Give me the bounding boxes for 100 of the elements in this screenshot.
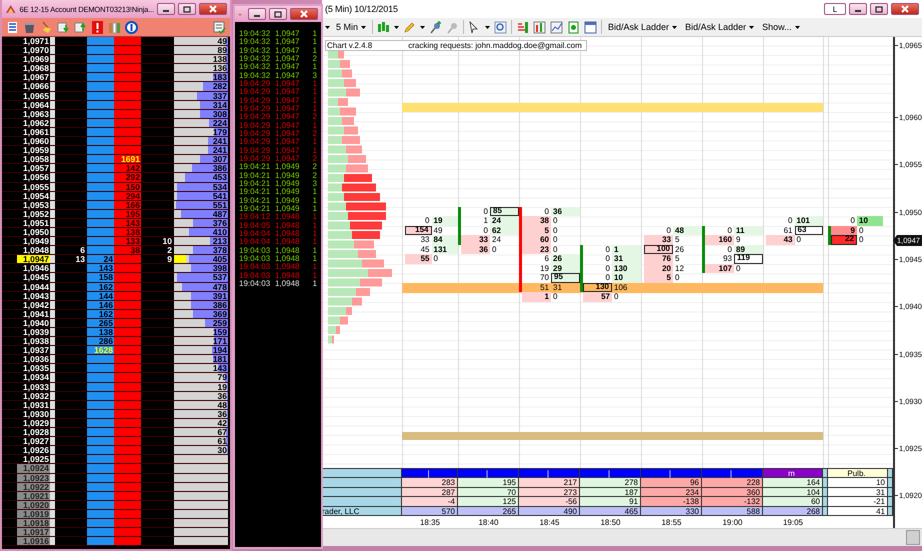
maximize-button[interactable] <box>178 3 196 15</box>
ask-volume-cell[interactable]: 133 <box>114 237 141 246</box>
ask-volume-cell[interactable] <box>114 455 141 464</box>
price-cell[interactable]: 1,0931 <box>17 400 50 409</box>
ask-volume-cell[interactable]: 1691 <box>114 155 141 164</box>
bid-volume-cell[interactable] <box>87 455 114 464</box>
price-cell[interactable]: 1,0942 <box>17 300 50 309</box>
price-cell[interactable]: 1,0963 <box>17 110 50 118</box>
ask-volume-cell[interactable] <box>114 446 141 454</box>
bid-order-size[interactable]: 6 <box>55 246 87 254</box>
minimize-button[interactable] <box>849 3 867 15</box>
price-cell[interactable]: 1,0958 <box>17 155 50 164</box>
bid-volume-cell[interactable] <box>87 155 114 164</box>
price-cell[interactable]: 1,0967 <box>17 73 50 82</box>
bid-volume-cell[interactable] <box>87 446 114 454</box>
price-cell[interactable]: 1,0954 <box>17 192 50 200</box>
price-cell[interactable]: 1,0953 <box>17 200 50 209</box>
price-cell[interactable]: 1,0957 <box>17 164 50 172</box>
price-cell[interactable]: 1,0971 <box>17 37 50 46</box>
bid-volume-cell[interactable] <box>87 55 114 64</box>
ask-volume-cell[interactable] <box>114 255 141 264</box>
ask-order-size[interactable]: 2 <box>141 246 174 254</box>
price-cell[interactable]: 1,0959 <box>17 146 50 154</box>
price-cell[interactable]: 1,0941 <box>17 310 50 318</box>
bid-volume-cell[interactable] <box>87 37 114 46</box>
ask-volume-cell[interactable] <box>114 264 141 272</box>
bid-volume-cell[interactable]: 158 <box>87 273 114 282</box>
ask-volume-cell[interactable] <box>114 337 141 346</box>
price-cell[interactable]: 1,0917 <box>17 528 50 536</box>
price-cell[interactable]: 1,0965 <box>17 92 50 100</box>
link-button[interactable]: L <box>824 3 846 15</box>
bars-icon[interactable] <box>516 20 530 34</box>
ask-volume-cell[interactable] <box>114 537 141 546</box>
minimize-button[interactable] <box>157 3 175 15</box>
toolbar-menu[interactable]: Bid/Ask Ladder <box>683 22 756 32</box>
ask-volume-cell[interactable] <box>114 64 141 72</box>
bid-volume-cell[interactable] <box>87 537 114 546</box>
bid-volume-cell[interactable] <box>87 437 114 446</box>
ask-volume-cell[interactable] <box>114 346 141 354</box>
price-cell[interactable]: 1,0951 <box>17 218 50 227</box>
bid-volume-cell[interactable]: 143 <box>87 264 114 272</box>
ask-volume-cell[interactable] <box>114 137 141 146</box>
price-cell[interactable]: 1,0961 <box>17 128 50 136</box>
minimize-button[interactable] <box>248 8 266 20</box>
price-cell[interactable]: 1,0970 <box>17 46 50 54</box>
pin-icon[interactable] <box>429 20 442 34</box>
close-button[interactable] <box>891 3 919 15</box>
candlestick-icon[interactable] <box>377 20 390 34</box>
price-cell[interactable]: 1,0950 <box>17 228 50 236</box>
price-cell[interactable]: 1,0925 <box>17 455 50 464</box>
ask-volume-cell[interactable] <box>114 328 141 336</box>
bid-volume-cell[interactable] <box>87 528 114 536</box>
bid-volume-cell[interactable] <box>87 173 114 182</box>
ask-volume-cell[interactable] <box>114 464 141 472</box>
price-cell[interactable]: 1,0949 <box>17 237 50 246</box>
price-cell[interactable]: 1,0930 <box>17 410 50 418</box>
bid-volume-cell[interactable] <box>87 373 114 382</box>
price-cell[interactable]: 1,0927 <box>17 437 50 446</box>
price-cell[interactable]: 1,0932 <box>17 392 50 400</box>
price-cell[interactable]: 1,0960 <box>17 137 50 146</box>
ask-volume-cell[interactable] <box>114 55 141 64</box>
ask-volume-cell[interactable] <box>114 364 141 372</box>
bid-volume-cell[interactable] <box>87 137 114 146</box>
ask-volume-cell[interactable] <box>114 528 141 536</box>
price-cell[interactable]: 1,0946 <box>17 264 50 272</box>
line-chart-icon[interactable] <box>550 20 564 34</box>
arrow-down-icon[interactable] <box>57 20 70 34</box>
ask-volume-cell[interactable] <box>114 428 141 436</box>
broom-icon[interactable] <box>40 20 53 34</box>
price-cell[interactable]: 1,0939 <box>17 328 50 336</box>
price-cell[interactable]: 1,0940 <box>17 318 50 327</box>
bid-volume-cell[interactable] <box>87 464 114 472</box>
price-cell[interactable]: 1,0947 <box>17 255 50 264</box>
bid-volume-cell[interactable] <box>87 82 114 91</box>
price-cell[interactable]: 1,0955 <box>17 182 50 191</box>
price-cell[interactable]: 1,0956 <box>17 173 50 182</box>
ask-volume-cell[interactable]: 142 <box>114 164 141 172</box>
close-button[interactable] <box>290 8 318 20</box>
price-cell[interactable]: 1,0948 <box>17 246 50 254</box>
ask-order-size[interactable]: 10 <box>141 237 174 246</box>
ask-volume-cell[interactable] <box>114 373 141 382</box>
bid-volume-cell[interactable] <box>87 355 114 364</box>
ask-volume-cell[interactable] <box>114 273 141 282</box>
bid-volume-cell[interactable] <box>87 64 114 72</box>
zoom-icon[interactable] <box>494 20 508 34</box>
columns-icon[interactable] <box>108 20 121 34</box>
ask-volume-cell[interactable] <box>114 437 141 446</box>
ask-volume-cell[interactable] <box>114 73 141 82</box>
bid-volume-cell[interactable]: 286 <box>87 337 114 346</box>
bar-chart-icon[interactable] <box>533 20 546 34</box>
toolbar-menu[interactable]: Bid/Ask Ladder <box>606 22 680 32</box>
price-cell[interactable]: 1,0969 <box>17 55 50 64</box>
price-cell[interactable]: 1,0945 <box>17 273 50 282</box>
ask-volume-cell[interactable] <box>114 37 141 46</box>
price-cell[interactable]: 1,0935 <box>17 364 50 372</box>
bid-volume-cell[interactable] <box>87 246 114 254</box>
toolbar-menu[interactable]: Show... <box>760 22 802 32</box>
ask-volume-cell[interactable]: 38 <box>114 246 141 254</box>
bid-volume-cell[interactable] <box>87 237 114 246</box>
horizontal-scrollbar[interactable] <box>322 528 922 546</box>
